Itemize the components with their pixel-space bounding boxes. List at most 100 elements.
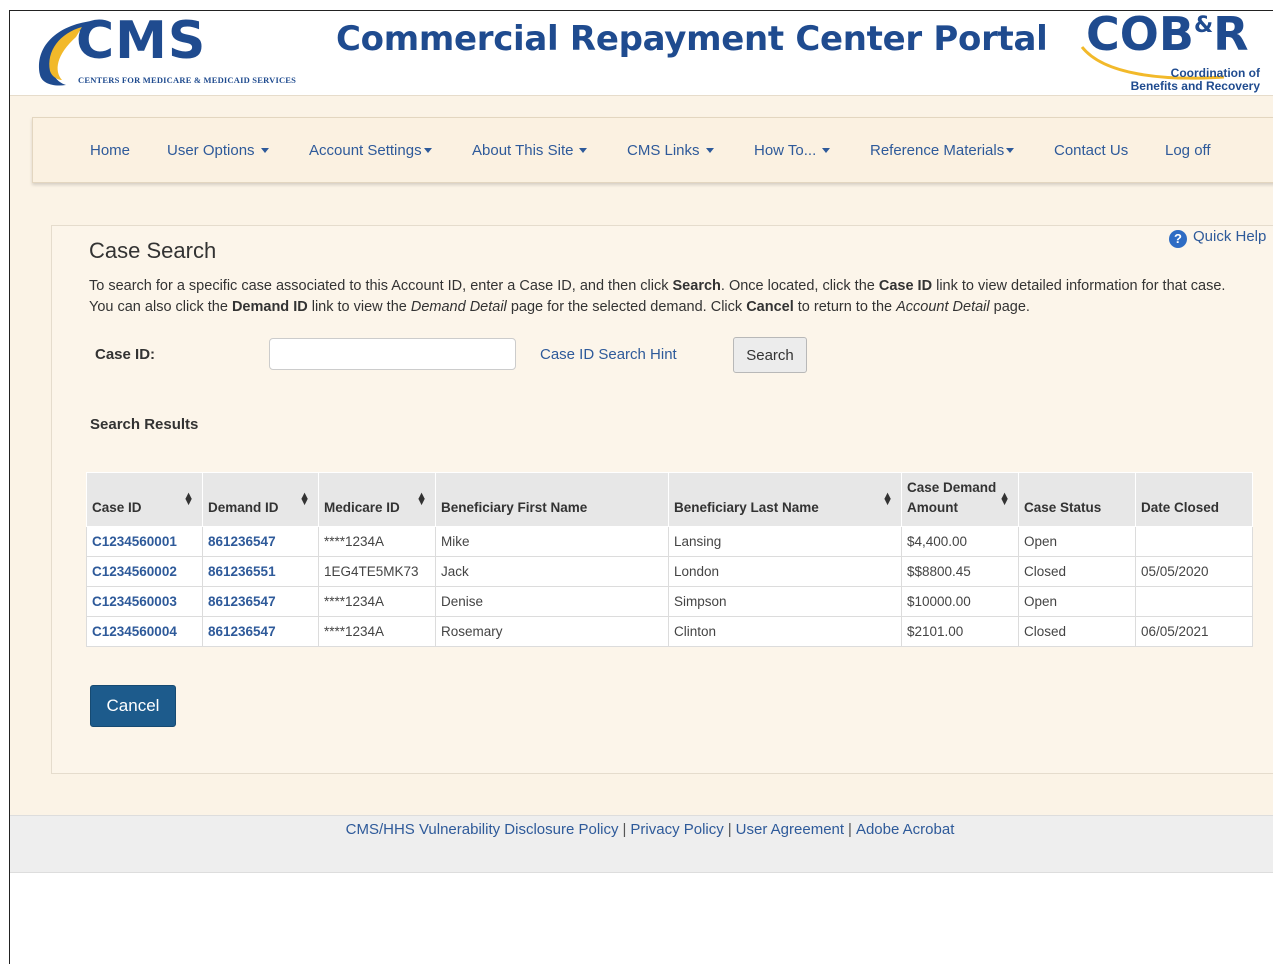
medicare-id-cell: ****1234A xyxy=(318,586,436,617)
quick-help-link[interactable]: ? Quick Help xyxy=(1169,228,1266,248)
nav-log-off[interactable]: Log off xyxy=(1165,142,1211,159)
instr-bold: Demand ID xyxy=(231,299,308,315)
nav-about-site[interactable]: About This Site xyxy=(472,142,588,159)
col-header-last-name[interactable]: Beneficiary Last Name ▲ ▼ xyxy=(668,472,902,527)
medicare-id-cell: ****1234A xyxy=(318,616,436,647)
footer-separator: | xyxy=(727,821,732,838)
amount-cell: $10000.00 xyxy=(901,586,1019,617)
col-header-label: Medicare ID xyxy=(324,500,400,515)
date-closed-cell: 05/05/2020 xyxy=(1135,556,1253,587)
table-row: C1234560003 861236547 ****1234A Denise S… xyxy=(86,586,1253,617)
cobr-amp: & xyxy=(1193,13,1214,38)
col-header-first-name: Beneficiary First Name xyxy=(435,472,669,527)
col-header-label: Beneficiary First Name xyxy=(441,500,588,515)
portal-title: Commercial Repayment Center Portal xyxy=(336,19,1048,59)
cobr-subtitle-line2: Benefits and Recovery xyxy=(1130,79,1260,93)
demand-id-link[interactable]: 861236547 xyxy=(202,526,319,557)
col-header-demand-amount[interactable]: Case Demand Amount ▲ ▼ xyxy=(901,472,1019,527)
instr-bold: Case ID xyxy=(878,278,933,294)
footer-link-user-agreement[interactable]: User Agreement xyxy=(736,821,844,838)
search-results-table: Case ID ▲ ▼ Demand ID ▲ ▼ Medicare ID ▲ ▼ Bene… xyxy=(86,472,1253,647)
cobr-logo-text: COB&R xyxy=(1086,10,1249,61)
nav-user-options-label: User Options xyxy=(167,142,255,159)
cobr-main: COB xyxy=(1086,10,1194,61)
nav-account-settings[interactable]: Account Settings xyxy=(309,142,432,159)
first-name-cell: Denise xyxy=(435,586,669,617)
col-header-label: Demand ID xyxy=(208,500,279,515)
instr-part: link to view the xyxy=(307,299,411,315)
cms-logo[interactable]: CMS CENTERS FOR MEDICARE & MEDICAID SERV… xyxy=(32,11,312,87)
col-header-label: Amount xyxy=(907,500,958,515)
table-row: C1234560002 861236551 1EG4TE5MK73 Jack L… xyxy=(86,556,1253,587)
table-header-row: Case ID ▲ ▼ Demand ID ▲ ▼ Medicare ID ▲ ▼ Bene… xyxy=(86,472,1253,527)
nav-home[interactable]: Home xyxy=(90,142,130,159)
instr-part: To search for a specific case associated… xyxy=(89,278,673,294)
demand-id-link[interactable]: 861236551 xyxy=(202,556,319,587)
site-footer: CMS/HHS Vulnerability Disclosure Policy |… xyxy=(10,815,1273,873)
caret-down-icon xyxy=(705,148,714,153)
table-row: C1234560004 861236547 ****1234A Rosemary… xyxy=(86,616,1253,647)
nav-cms-links-label: CMS Links xyxy=(627,142,700,159)
nav-reference-materials[interactable]: Reference Materials xyxy=(870,142,1015,159)
footer-link-adobe-acrobat[interactable]: Adobe Acrobat xyxy=(856,821,954,838)
nav-how-to[interactable]: How To... xyxy=(754,142,831,159)
caret-down-icon xyxy=(822,148,831,153)
nav-about-site-label: About This Site xyxy=(472,142,574,159)
instr-italic: Account Detail xyxy=(896,299,990,315)
status-cell: Open xyxy=(1018,526,1136,557)
instr-bold: Search xyxy=(672,278,721,294)
col-header-label: Case Status xyxy=(1024,500,1102,515)
caret-down-icon xyxy=(1006,148,1015,153)
amount-cell: $4,400.00 xyxy=(901,526,1019,557)
browser-viewport: CMS CENTERS FOR MEDICARE & MEDICAID SERV… xyxy=(9,10,1273,964)
nav-reference-materials-label: Reference Materials xyxy=(870,142,1005,159)
status-cell: Closed xyxy=(1018,616,1136,647)
instr-part: page. xyxy=(989,299,1030,315)
col-header-medicare-id[interactable]: Medicare ID ▲ ▼ xyxy=(318,472,436,527)
case-id-link[interactable]: C1234560002 xyxy=(86,556,203,587)
medicare-id-cell: ****1234A xyxy=(318,526,436,557)
cobr-logo: COB&R Coordination of Benefits and Recov… xyxy=(1074,10,1273,93)
col-header-demand-id[interactable]: Demand ID ▲ ▼ xyxy=(202,472,319,527)
nav-user-options[interactable]: User Options xyxy=(167,142,269,159)
col-header-case-id[interactable]: Case ID ▲ ▼ xyxy=(86,472,203,527)
footer-link-vulnerability-policy[interactable]: CMS/HHS Vulnerability Disclosure Policy xyxy=(346,821,619,838)
date-closed-cell: 06/05/2021 xyxy=(1135,616,1253,647)
case-id-input[interactable] xyxy=(269,338,516,370)
instructions-text: To search for a specific case associated… xyxy=(89,276,1249,318)
first-name-cell: Rosemary xyxy=(435,616,669,647)
cobr-subtitle: Coordination of Benefits and Recovery xyxy=(1131,67,1260,93)
main-nav: Home User Options Account Settings About… xyxy=(32,117,1273,183)
col-header-label: Beneficiary Last Name xyxy=(674,500,819,515)
sort-icon: ▲ ▼ xyxy=(882,490,893,508)
nav-contact-us[interactable]: Contact Us xyxy=(1054,142,1128,159)
footer-separator: | xyxy=(848,821,852,838)
col-header-label: Date Closed xyxy=(1141,500,1220,515)
case-search-panel: Case Search ? Quick Help To search for a … xyxy=(51,225,1273,774)
demand-id-link[interactable]: 861236547 xyxy=(202,616,319,647)
instr-bold: Cancel xyxy=(746,299,794,315)
footer-link-privacy-policy[interactable]: Privacy Policy xyxy=(630,821,723,838)
quick-help-label: Quick Help xyxy=(1193,228,1267,245)
demand-id-link[interactable]: 861236547 xyxy=(202,586,319,617)
col-header-case-status: Case Status xyxy=(1018,472,1136,527)
page-title: Case Search xyxy=(89,238,217,263)
case-id-link[interactable]: C1234560001 xyxy=(86,526,203,557)
col-header-date-closed: Date Closed xyxy=(1135,472,1253,527)
first-name-cell: Jack xyxy=(435,556,669,587)
case-id-search-hint-link[interactable]: Case ID Search Hint xyxy=(540,346,677,363)
case-id-link[interactable]: C1234560004 xyxy=(86,616,203,647)
status-cell: Open xyxy=(1018,586,1136,617)
cancel-button[interactable]: Cancel xyxy=(90,685,176,727)
instr-italic: Demand Detail xyxy=(410,299,507,315)
case-id-link[interactable]: C1234560003 xyxy=(86,586,203,617)
search-button[interactable]: Search xyxy=(733,337,807,373)
instr-part: to return to the xyxy=(793,299,897,315)
nav-cms-links[interactable]: CMS Links xyxy=(627,142,714,159)
first-name-cell: Mike xyxy=(435,526,669,557)
sort-icon: ▲ ▼ xyxy=(999,490,1010,508)
site-header: CMS CENTERS FOR MEDICARE & MEDICAID SERV… xyxy=(10,11,1273,96)
nav-how-to-label: How To... xyxy=(754,142,817,159)
col-header-label: Case Demand xyxy=(907,480,997,495)
case-id-label: Case ID: xyxy=(95,346,156,363)
